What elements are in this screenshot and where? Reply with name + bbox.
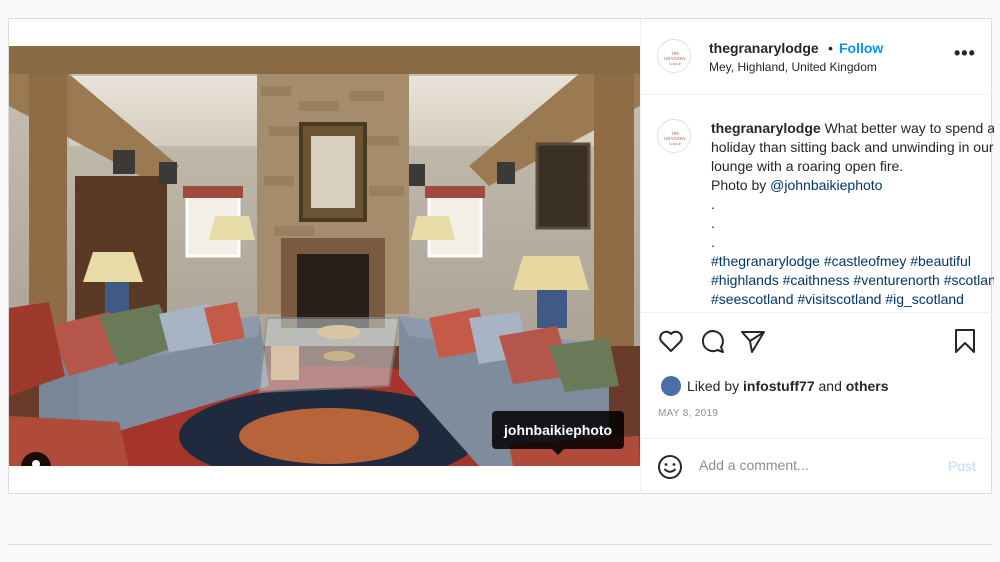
divider xyxy=(8,544,992,545)
location-link[interactable]: Mey, Highland, United Kingdom xyxy=(709,60,877,74)
hashtags[interactable]: #highlands #caithness #venturenorth #sco… xyxy=(711,271,994,290)
caption-text: lounge with a roaring open fire. xyxy=(711,158,904,174)
photo-tag-bubble[interactable]: johnbaikiephoto xyxy=(492,411,625,455)
follow-button[interactable]: Follow xyxy=(839,40,883,56)
granary-logo-icon: THE GRANARY LODGE xyxy=(660,122,690,152)
svg-text:LODGE: LODGE xyxy=(669,142,681,146)
post-caption: thegranarylodge What better way to spend… xyxy=(711,119,994,309)
post-comment-button[interactable]: Post xyxy=(948,458,976,474)
caption-dot: . xyxy=(711,196,715,212)
action-bar xyxy=(641,327,994,363)
heart-icon[interactable] xyxy=(657,327,685,355)
likes-middle: and xyxy=(814,378,846,394)
caption-username[interactable]: thegranarylodge xyxy=(711,120,821,136)
svg-text:GRANARY: GRANARY xyxy=(664,56,687,61)
svg-text:GRANARY: GRANARY xyxy=(664,136,687,141)
paper-plane-icon[interactable] xyxy=(739,327,767,355)
likes-others-link[interactable]: others xyxy=(846,378,889,394)
hashtags[interactable]: #thegranarylodge #castleofmey #beautiful xyxy=(711,252,994,271)
caption-text: Photo by xyxy=(711,177,771,193)
caption-dot: . xyxy=(711,215,715,231)
caption-text: What better way to spend a xyxy=(824,120,994,136)
header-username[interactable]: thegranarylodge xyxy=(709,40,819,56)
likes-line: Liked by infostuff77 and others xyxy=(661,376,889,396)
liker-username[interactable]: infostuff77 xyxy=(743,378,815,394)
comment-bar: Post xyxy=(641,438,994,495)
bookmark-icon[interactable] xyxy=(951,327,979,355)
comment-icon[interactable] xyxy=(698,327,726,355)
separator-dot: • xyxy=(828,40,833,56)
caption-dot: . xyxy=(711,234,715,250)
more-options-icon[interactable]: ••• xyxy=(954,43,976,64)
post-sidebar: THE GRANARY LODGE thegranarylodge • Foll… xyxy=(640,19,994,495)
avatar[interactable]: THE GRANARY LODGE xyxy=(657,39,691,73)
mention-link[interactable]: @johnbaikiephoto xyxy=(770,177,882,193)
post-date[interactable]: MAY 8, 2019 xyxy=(658,408,718,419)
caption-text: holiday than sitting back and unwinding … xyxy=(711,139,994,155)
instagram-post-embed: johnbaikiephoto THE GRANARY LODGE thegra… xyxy=(8,18,994,495)
post-header: THE GRANARY LODGE thegranarylodge • Foll… xyxy=(641,19,993,95)
caption-area: THE GRANARY LODGE thegranarylodge What b… xyxy=(641,96,994,313)
liker-avatar[interactable] xyxy=(661,376,681,396)
caption-avatar[interactable]: THE GRANARY LODGE xyxy=(657,119,691,153)
hashtags[interactable]: #seescotland #visitscotland #ig_scotland xyxy=(711,290,994,309)
smiley-icon[interactable] xyxy=(657,454,683,480)
svg-text:LODGE: LODGE xyxy=(669,62,681,66)
likes-prefix: Liked by xyxy=(687,378,744,394)
person-icon[interactable] xyxy=(21,452,51,466)
post-photo[interactable]: johnbaikiephoto xyxy=(9,46,640,466)
comment-input[interactable] xyxy=(699,457,929,473)
granary-logo-icon: THE GRANARY LODGE xyxy=(660,42,690,72)
